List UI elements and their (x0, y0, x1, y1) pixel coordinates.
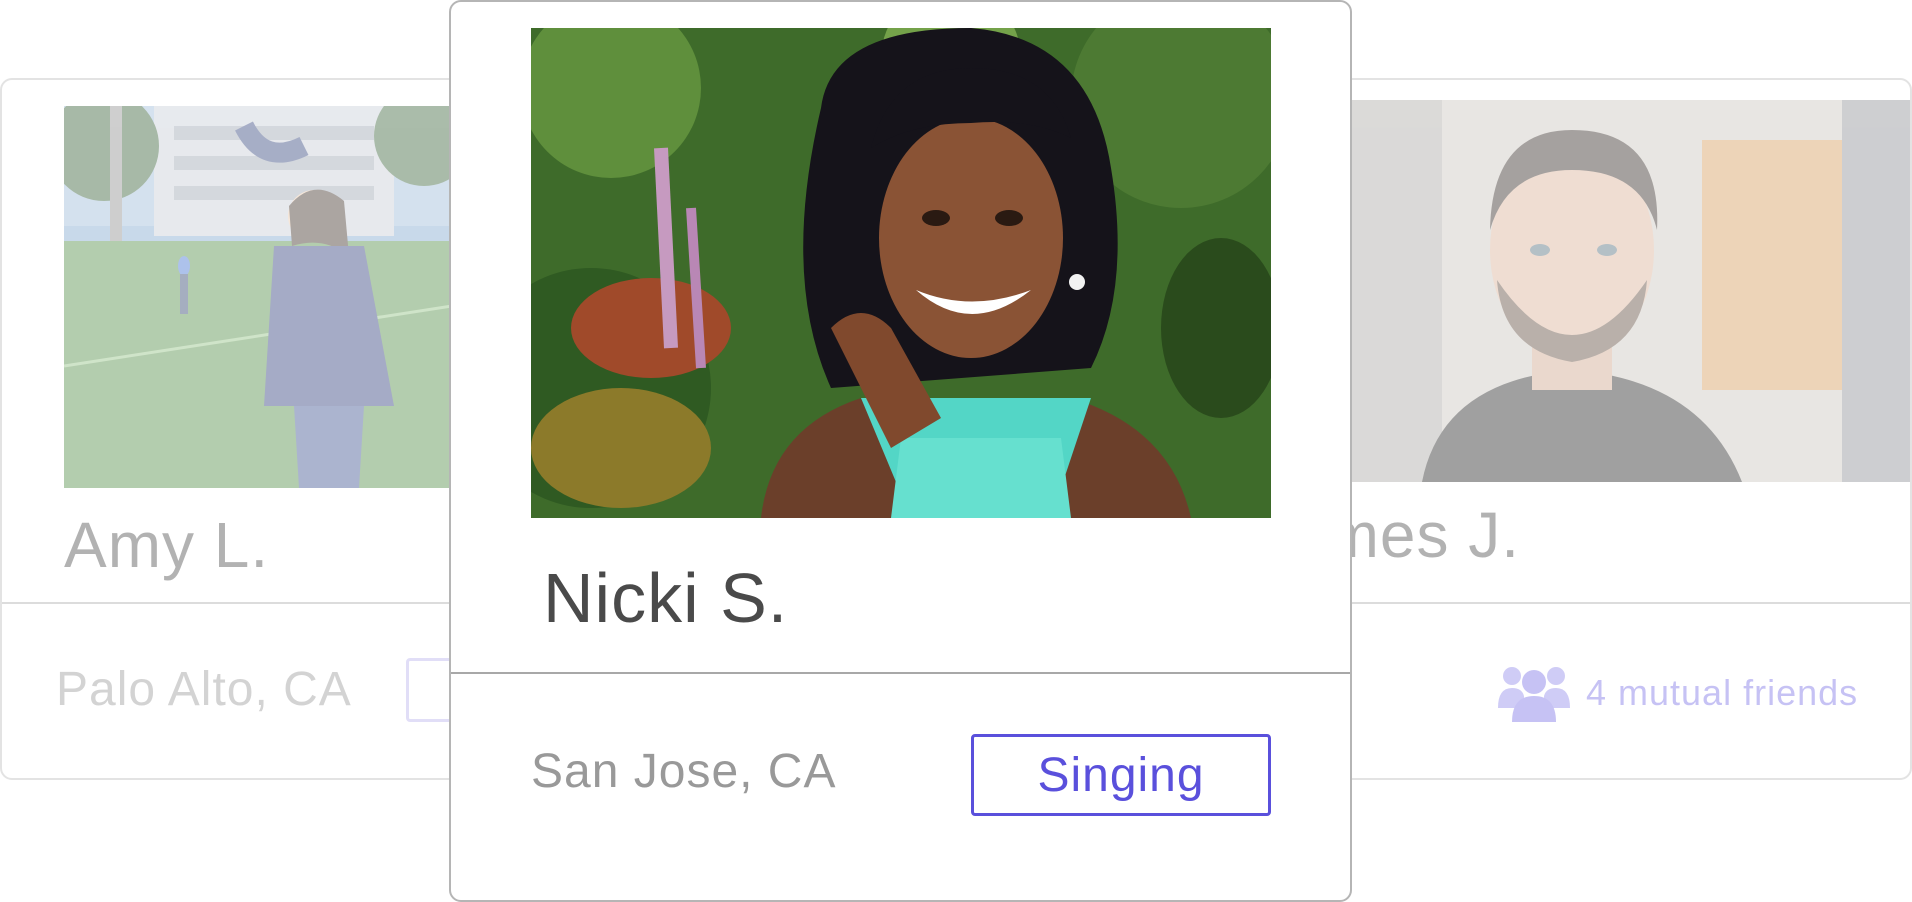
card-divider (1262, 602, 1910, 604)
hobby-tag-button[interactable]: Singing (971, 734, 1271, 816)
profile-name: Amy L. (64, 509, 270, 581)
profile-photo (64, 106, 452, 488)
location-label: Palo Alto, CA (56, 663, 352, 716)
location-label: San Jose, CA (531, 745, 837, 798)
profile-photo (1322, 100, 1910, 482)
profile-card-nicki[interactable]: Nicki S. San Jose, CA Singing (449, 0, 1352, 902)
profile-card-james[interactable]: James J. CA 4 mutual friends (1260, 78, 1912, 780)
mutual-friends-label: 4 mutual friends (1586, 672, 1859, 713)
mutual-friends[interactable]: 4 mutual friends (1498, 664, 1858, 722)
group-users-icon (1498, 667, 1570, 722)
profile-photo (531, 28, 1271, 518)
profile-name: Nicki S. (543, 559, 789, 637)
card-divider (451, 672, 1350, 674)
